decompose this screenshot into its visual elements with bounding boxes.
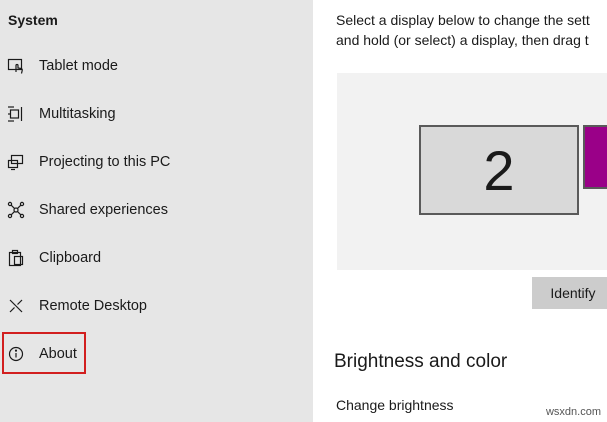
shared-experiences-icon [7, 201, 25, 219]
display-1[interactable] [583, 125, 607, 189]
multitasking-icon [7, 105, 25, 123]
tablet-mode-icon [7, 57, 25, 75]
sidebar-item-label: Tablet mode [39, 58, 118, 74]
intro-line: Select a display below to change the set… [336, 12, 590, 28]
sidebar-item-shared-experiences[interactable]: Shared experiences [0, 191, 313, 231]
remote-desktop-icon [7, 297, 25, 315]
sidebar-item-clipboard[interactable]: Clipboard [0, 239, 313, 279]
section-title: Brightness and color [334, 351, 508, 372]
sidebar-item-projecting[interactable]: Projecting to this PC [0, 143, 313, 183]
clipboard-icon [7, 249, 25, 267]
projecting-icon [7, 153, 25, 171]
sidebar-item-tablet-mode[interactable]: Tablet mode [0, 47, 313, 87]
sidebar-item-label: Projecting to this PC [39, 154, 171, 170]
intro-text: Select a display below to change the set… [336, 10, 607, 50]
display-arrangement-area: 2 [337, 73, 607, 270]
intro-line: and hold (or select) a display, then dra… [336, 32, 589, 48]
sidebar-item-label: Multitasking [39, 106, 116, 122]
watermark: wsxdn.com [545, 406, 601, 418]
sidebar-item-remote-desktop[interactable]: Remote Desktop [0, 287, 313, 327]
sidebar-item-multitasking[interactable]: Multitasking [0, 95, 313, 135]
sidebar: System Tablet mode Multitasking Projecti… [0, 0, 313, 422]
highlight-box [2, 332, 86, 374]
display-2[interactable]: 2 [419, 125, 579, 215]
sidebar-title: System [8, 12, 58, 28]
sidebar-item-label: Shared experiences [39, 202, 168, 218]
main-content: Select a display below to change the set… [313, 0, 607, 422]
sidebar-item-label: Clipboard [39, 250, 102, 266]
identify-button[interactable]: Identify [532, 277, 607, 309]
change-brightness-label: Change brightness [336, 397, 454, 413]
sidebar-item-label: Remote Desktop [39, 298, 147, 314]
